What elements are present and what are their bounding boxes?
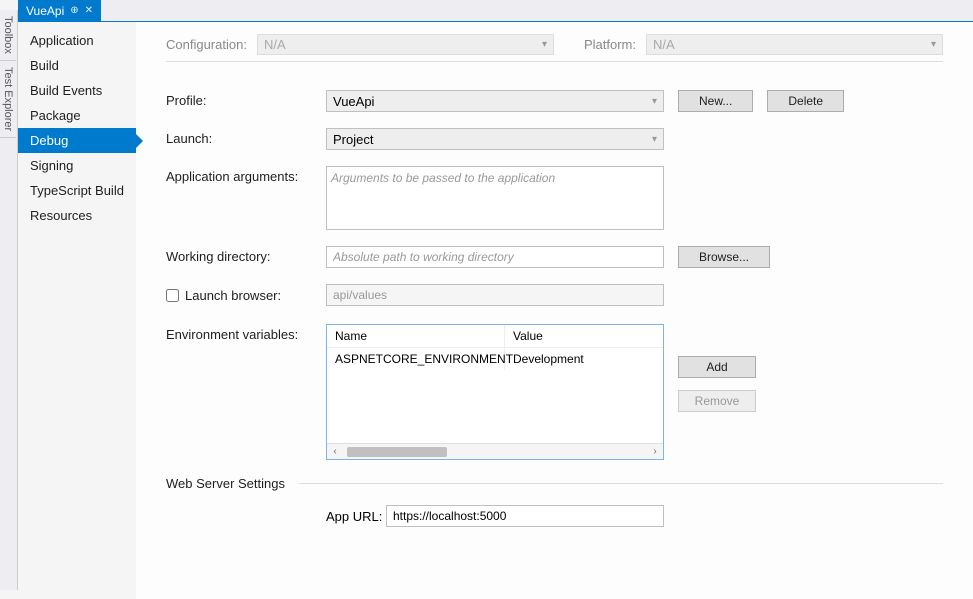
env-header-name[interactable]: Name	[327, 325, 505, 347]
scroll-right-icon[interactable]: ›	[647, 446, 663, 457]
launch-row: Launch: Project ▾	[166, 128, 943, 150]
new-profile-button[interactable]: New...	[678, 90, 753, 112]
close-icon[interactable]: ✕	[85, 5, 93, 16]
chevron-down-icon: ▾	[652, 96, 657, 107]
env-vars-label: Environment variables:	[166, 324, 326, 342]
nav-item-typescript-build[interactable]: TypeScript Build	[18, 178, 136, 203]
working-directory-label: Working directory:	[166, 246, 326, 264]
delete-profile-button[interactable]: Delete	[767, 90, 844, 112]
platform-select: N/A ▾	[646, 34, 943, 55]
side-tab-strip: Toolbox Test Explorer	[0, 10, 18, 590]
nav-item-signing[interactable]: Signing	[18, 153, 136, 178]
nav-item-package[interactable]: Package	[18, 103, 136, 128]
scroll-left-icon[interactable]: ‹	[327, 446, 343, 457]
section-divider	[299, 483, 943, 484]
launch-browser-text: Launch browser:	[185, 288, 281, 303]
remove-env-button: Remove	[678, 390, 756, 412]
profile-label: Profile:	[166, 90, 326, 108]
profile-row: Profile: VueApi ▾ New... Delete	[166, 90, 943, 112]
app-args-label: Application arguments:	[166, 166, 326, 184]
nav-item-build[interactable]: Build	[18, 53, 136, 78]
test-explorer-tab[interactable]: Test Explorer	[0, 61, 16, 138]
env-header: Name Value	[327, 325, 663, 348]
scroll-thumb[interactable]	[347, 447, 447, 457]
app-args-row: Application arguments:	[166, 166, 943, 230]
env-vars-row: Environment variables: Name Value ASPNET…	[166, 324, 943, 460]
browse-button[interactable]: Browse...	[678, 246, 770, 268]
app-url-row: App URL:	[326, 505, 943, 527]
env-body: ASPNETCORE_ENVIRONMENT Development	[327, 348, 663, 443]
launch-browser-checkbox-label[interactable]: Launch browser:	[166, 288, 326, 303]
env-cell-name[interactable]: ASPNETCORE_ENVIRONMENT	[327, 348, 505, 370]
horizontal-scrollbar[interactable]: ‹ ›	[327, 443, 663, 459]
configuration-value: N/A	[264, 37, 286, 52]
document-tab-vueapi[interactable]: VueApi ⊕ ✕	[18, 0, 101, 21]
web-server-settings-label: Web Server Settings	[166, 476, 285, 491]
configuration-select: N/A ▾	[257, 34, 554, 55]
config-platform-row: Configuration: N/A ▾ Platform: N/A ▾	[166, 34, 943, 55]
env-header-value[interactable]: Value	[505, 325, 663, 347]
launch-browser-url-input	[326, 284, 664, 306]
toolbox-tab[interactable]: Toolbox	[0, 10, 16, 61]
profile-select[interactable]: VueApi ▾	[326, 90, 664, 112]
app-url-label: App URL:	[326, 509, 386, 524]
nav-item-build-events[interactable]: Build Events	[18, 78, 136, 103]
document-tab-bar: VueApi ⊕ ✕	[18, 0, 973, 22]
nav-item-resources[interactable]: Resources	[18, 203, 136, 228]
launch-value: Project	[333, 132, 373, 147]
app-args-input[interactable]	[326, 166, 664, 230]
properties-nav: Application Build Build Events Package D…	[18, 22, 136, 599]
env-cell-value[interactable]: Development	[505, 348, 663, 370]
pin-icon[interactable]: ⊕	[70, 5, 78, 16]
debug-pane: Configuration: N/A ▾ Platform: N/A ▾ Pro…	[136, 22, 973, 599]
env-buttons: Add Remove	[678, 324, 756, 412]
content-wrap: Application Build Build Events Package D…	[18, 22, 973, 599]
env-vars-table[interactable]: Name Value ASPNETCORE_ENVIRONMENT Develo…	[326, 324, 664, 460]
launch-browser-row: Launch browser:	[166, 284, 943, 306]
chevron-down-icon: ▾	[542, 39, 547, 50]
launch-browser-checkbox[interactable]	[166, 289, 179, 302]
launch-select[interactable]: Project ▾	[326, 128, 664, 150]
main-area: VueApi ⊕ ✕ Application Build Build Event…	[18, 0, 973, 599]
chevron-down-icon: ▾	[931, 39, 936, 50]
working-directory-row: Working directory: Browse...	[166, 246, 943, 268]
table-row[interactable]: ASPNETCORE_ENVIRONMENT Development	[327, 348, 663, 370]
platform-label: Platform:	[584, 37, 636, 52]
profile-value: VueApi	[333, 94, 374, 109]
chevron-down-icon: ▾	[652, 134, 657, 145]
add-env-button[interactable]: Add	[678, 356, 756, 378]
separator	[166, 61, 943, 62]
launch-label: Launch:	[166, 128, 326, 146]
nav-item-application[interactable]: Application	[18, 28, 136, 53]
nav-item-debug[interactable]: Debug	[18, 128, 136, 153]
configuration-label: Configuration:	[166, 37, 247, 52]
working-directory-input[interactable]	[326, 246, 664, 268]
app-url-input[interactable]	[386, 505, 664, 527]
web-server-settings-section: Web Server Settings	[166, 476, 943, 491]
document-tab-title: VueApi	[26, 4, 64, 18]
platform-value: N/A	[653, 37, 675, 52]
